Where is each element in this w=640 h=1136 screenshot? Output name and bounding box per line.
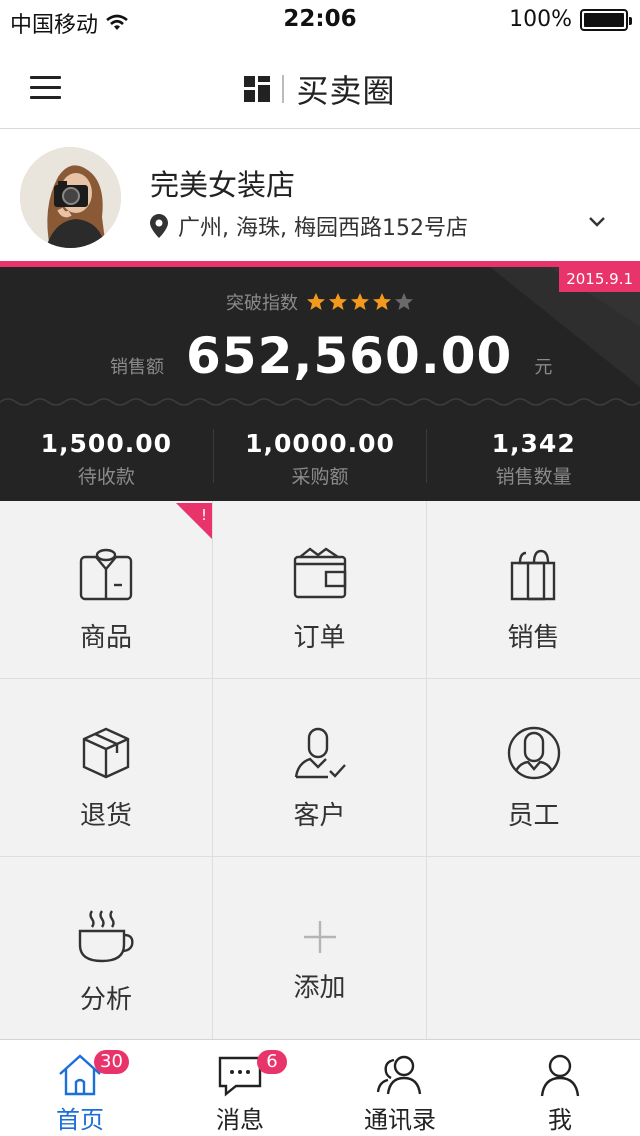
grid-item-label: 退货 (79, 801, 132, 831)
stat-columns: 1,500.00 待收款 1,0000.00 采购额 1,342 销售数量 (0, 429, 640, 488)
person-icon (540, 1054, 580, 1097)
tab-contacts[interactable]: 通讯录 (320, 1040, 480, 1136)
tab-home[interactable]: 30 首页 (0, 1040, 160, 1136)
notification-badge: 30 (94, 1050, 129, 1074)
dashboard-logo-icon (244, 76, 271, 102)
grid-item-analysis[interactable]: 分析 (0, 857, 213, 1039)
shop-name: 完美女装店 (150, 168, 296, 202)
star-filled-icon (351, 293, 369, 310)
grid-item-label: 分析 (79, 985, 132, 1015)
grid-item-label: 员工 (507, 801, 560, 831)
grid-item-label: 销售 (507, 623, 560, 653)
star-rating (306, 292, 414, 312)
notification-badge: 6 (257, 1050, 287, 1074)
stat-value: 1,0000.00 (245, 429, 395, 458)
sales-label: 销售额 (110, 357, 164, 378)
grid-item-add[interactable]: 添加 (213, 857, 427, 1039)
star-filled-icon (373, 293, 391, 310)
breakthrough-index: 突破指数 (0, 289, 640, 315)
shirt-icon (79, 548, 133, 601)
tab-label: 通讯录 (364, 1106, 436, 1134)
wave-divider (0, 398, 640, 406)
battery-percent: 100% (509, 7, 572, 32)
page-title: 买卖圈 (296, 72, 396, 110)
sales-value: 652,560.00 (186, 327, 513, 385)
alert-corner-badge: ! (176, 503, 212, 539)
grid-item-orders[interactable]: 订单 (213, 501, 427, 679)
stat-pending-payment[interactable]: 1,500.00 待收款 (0, 429, 214, 488)
star-filled-icon (307, 293, 325, 310)
svg-text:!: ! (201, 506, 207, 524)
location-pin-icon (150, 214, 168, 238)
function-grid: ! 商品 订单 销售 退货 客户 员工 分析 添加 (0, 501, 640, 1039)
wallet-icon (293, 547, 346, 599)
tab-messages[interactable]: 6 消息 (160, 1040, 320, 1136)
title-divider (282, 75, 285, 103)
package-box-icon (82, 727, 130, 779)
avatar-photo (20, 147, 121, 248)
grid-item-sales[interactable]: 销售 (427, 501, 640, 679)
grid-item-label: 订单 (293, 623, 346, 653)
tab-me[interactable]: 我 (480, 1040, 640, 1136)
contacts-icon (376, 1055, 422, 1095)
stat-label: 待收款 (77, 466, 135, 488)
tab-label: 我 (548, 1106, 572, 1134)
chevron-down-icon[interactable] (588, 213, 606, 231)
sales-stats-panel: 2015.9.1 突破指数 销售额 652,560.00 元 1,500.00 … (0, 261, 640, 501)
grid-item-employees[interactable]: 员工 (427, 679, 640, 857)
grid-item-products[interactable]: ! 商品 (0, 501, 213, 679)
nav-title-group: 买卖圈 (0, 66, 640, 112)
stat-purchase-amount[interactable]: 1,0000.00 采购额 (214, 429, 428, 488)
plus-icon (303, 921, 336, 953)
star-empty-icon (395, 293, 413, 310)
address-text: 广州, 海珠, 梅园西路152号店 (178, 216, 468, 241)
star-filled-icon (329, 293, 347, 310)
stat-value: 1,500.00 (40, 429, 173, 458)
sales-amount-row: 销售额 652,560.00 元 (110, 327, 552, 385)
tab-label: 首页 (56, 1106, 104, 1134)
grid-item-customers[interactable]: 客户 (213, 679, 427, 857)
shop-profile: 完美女装店 广州, 海珠, 梅园西路152号店 (0, 130, 640, 261)
grid-item-label: 添加 (293, 973, 346, 1003)
status-bar: 中国移动 22:06 100% (0, 0, 640, 40)
shop-address: 广州, 海珠, 梅园西路152号店 (150, 210, 468, 242)
stat-label: 采购额 (291, 466, 349, 488)
grid-item-returns[interactable]: 退货 (0, 679, 213, 857)
employee-icon (507, 726, 560, 780)
sales-unit: 元 (534, 357, 553, 378)
battery-icon (580, 8, 632, 31)
breakthrough-label: 突破指数 (226, 293, 298, 314)
shopping-bag-icon (510, 549, 555, 601)
stat-value: 1,342 (491, 429, 576, 458)
stat-label: 销售数量 (495, 466, 572, 488)
customer-check-icon (294, 727, 346, 779)
grid-item-label: 商品 (79, 623, 132, 653)
nav-bar: 买卖圈 (0, 40, 640, 129)
stat-sales-quantity[interactable]: 1,342 销售数量 (427, 429, 640, 488)
status-right: 100% (509, 7, 632, 32)
grid-item-label: 客户 (293, 801, 346, 831)
battery-level (584, 12, 624, 27)
tab-label: 消息 (216, 1106, 264, 1134)
coffee-cup-icon (78, 910, 134, 963)
bottom-tab-bar: 30 首页 6 消息 通讯录 我 (0, 1039, 640, 1136)
shop-avatar[interactable] (20, 147, 121, 248)
grid-empty-cell (427, 857, 640, 1039)
